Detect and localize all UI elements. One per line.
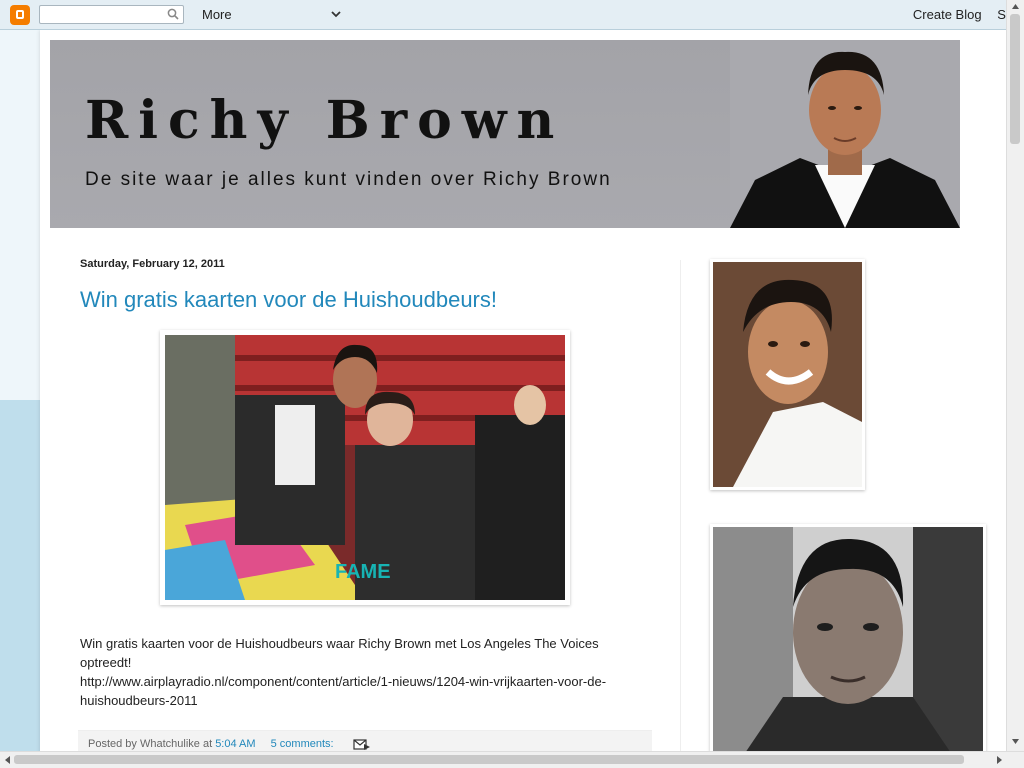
search-input[interactable] — [39, 5, 184, 24]
post-date-header: Saturday, February 12, 2011 — [80, 258, 225, 270]
header-portrait-photo — [730, 40, 960, 228]
vertical-scroll-thumb[interactable] — [1010, 14, 1020, 144]
posted-by-text: Posted by Whatchulike at — [88, 738, 213, 750]
blogger-navbar: More Create Blog Sig — [0, 0, 1024, 30]
fame-logo-text: FAME — [335, 561, 391, 583]
search-icon[interactable] — [167, 8, 179, 20]
column-divider — [680, 260, 681, 756]
blogger-logo-icon[interactable] — [10, 5, 30, 25]
scroll-left-arrow-icon[interactable] — [3, 755, 12, 765]
sidebar-portrait-smiling — [713, 262, 862, 487]
post-image-frame[interactable]: FAME — [160, 330, 570, 605]
sidebar-photo-2[interactable] — [710, 524, 986, 756]
post-body-line: huishoudbeurs-2011 — [80, 693, 198, 708]
chevron-down-icon[interactable] — [330, 8, 342, 20]
post-time-link[interactable]: 5:04 AM — [215, 738, 255, 750]
navbar-right-links: Create Blog Sig — [901, 7, 1016, 22]
more-menu[interactable]: More — [202, 7, 232, 22]
sidebar-portrait-bw — [713, 527, 983, 756]
create-blog-link[interactable]: Create Blog — [913, 7, 982, 22]
vertical-scrollbar[interactable] — [1006, 0, 1024, 768]
email-icon[interactable] — [353, 738, 371, 751]
scroll-up-arrow-icon[interactable] — [1011, 2, 1020, 11]
post-body-line: optreedt! — [80, 655, 132, 670]
comments-link[interactable]: 5 comments: — [271, 738, 334, 750]
post-body-line: Win gratis kaarten voor de Huishoudbeurs… — [80, 636, 599, 651]
post-photo: FAME — [165, 335, 565, 600]
sidebar-photo-1[interactable] — [710, 259, 865, 490]
blog-header-banner[interactable]: Richy Brown De site waar je alles kunt v… — [50, 40, 960, 228]
blog-subtitle: De site waar je alles kunt vinden over R… — [85, 169, 612, 190]
scroll-down-arrow-icon[interactable] — [1011, 737, 1020, 746]
post-body: Win gratis kaarten voor de Huishoudbeurs… — [80, 634, 640, 710]
post-title-link[interactable]: Win gratis kaarten voor de Huishoudbeurs… — [80, 287, 497, 313]
blog-content-panel: Richy Brown De site waar je alles kunt v… — [40, 30, 1008, 757]
horizontal-scroll-thumb[interactable] — [14, 755, 964, 764]
post-body-line: http://www.airplayradio.nl/component/con… — [80, 674, 607, 689]
horizontal-scrollbar[interactable] — [0, 751, 1024, 768]
scroll-right-arrow-icon[interactable] — [995, 755, 1004, 765]
blog-title: Richy Brown — [85, 90, 565, 151]
